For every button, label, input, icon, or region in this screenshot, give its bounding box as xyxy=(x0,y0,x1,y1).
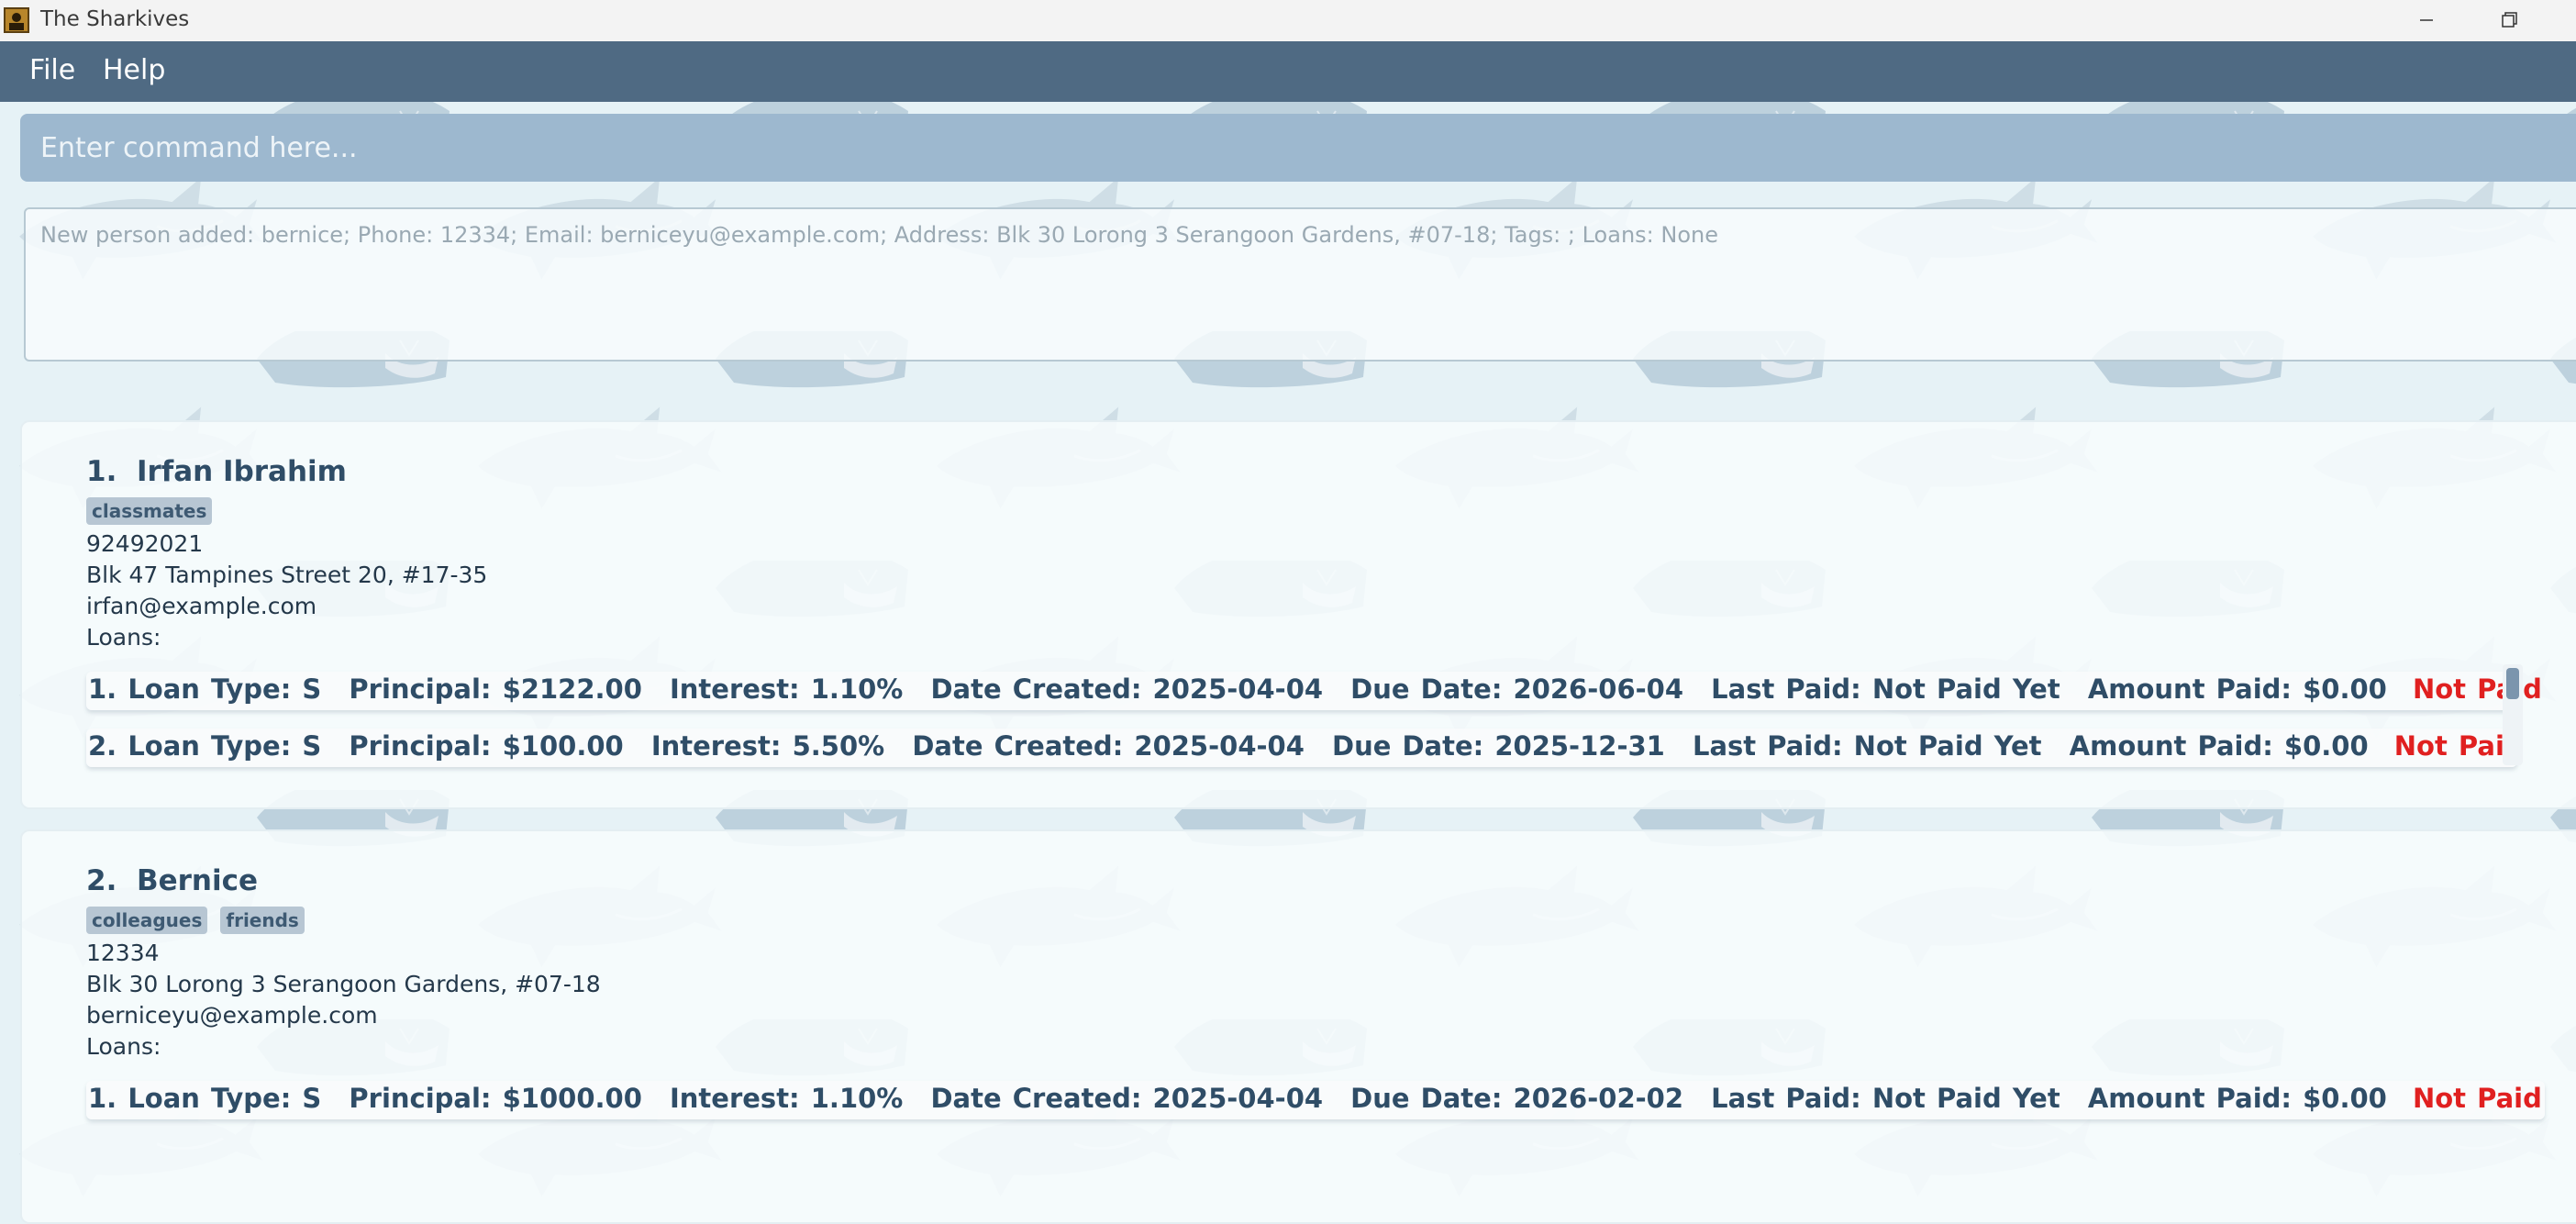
person-phone: 12334 xyxy=(86,940,160,966)
person-card[interactable]: 1. Irfan Ibrahim classmates 92492021 Blk… xyxy=(20,420,2576,809)
loan-type: Loan Type: S xyxy=(128,730,322,762)
loan-interest: Interest: 1.10% xyxy=(670,673,904,705)
person-name-line: 2. Bernice xyxy=(86,864,258,897)
loan-last-paid: Last Paid: Not Paid Yet xyxy=(1711,1083,2060,1114)
maximize-icon[interactable] xyxy=(2468,0,2550,41)
loan-interest: Interest: 1.10% xyxy=(670,1083,904,1114)
loan-number: 1. xyxy=(88,673,117,705)
loan-type: Loan Type: S xyxy=(128,1083,322,1114)
person-index: 1. xyxy=(86,455,117,488)
loan-due-date: Due Date: 2026-02-02 xyxy=(1350,1083,1684,1114)
menu-bar: File Help xyxy=(0,41,2576,102)
person-address: Blk 30 Lorong 3 Serangoon Gardens, #07-1… xyxy=(86,971,601,997)
loan-due-date: Due Date: 2026-06-04 xyxy=(1350,673,1684,705)
loan-text: 1. Loan Type: S Principal: $1000.00 Inte… xyxy=(88,1083,2542,1114)
menu-file[interactable]: File xyxy=(29,54,75,86)
loan-amount-paid: Amount Paid: $0.00 xyxy=(2069,730,2369,762)
loan-principal: Principal: $2122.00 xyxy=(349,673,642,705)
loans-label: Loans: xyxy=(86,624,161,651)
loan-row[interactable]: 1. Loan Type: S Principal: $2122.00 Inte… xyxy=(86,672,2542,710)
loan-last-paid: Last Paid: Not Paid Yet xyxy=(1711,673,2060,705)
person-email: irfan@example.com xyxy=(86,593,317,619)
loan-date-created: Date Created: 2025-04-04 xyxy=(930,1083,1324,1114)
loan-row[interactable]: 2. Loan Type: S Principal: $100.00 Inter… xyxy=(86,729,2524,767)
loan-text: 2. Loan Type: S Principal: $100.00 Inter… xyxy=(88,730,2524,762)
menu-help[interactable]: Help xyxy=(103,54,165,86)
loans-label: Loans: xyxy=(86,1033,161,1060)
loan-interest: Interest: 5.50% xyxy=(650,730,885,762)
person-phone: 92492021 xyxy=(86,530,204,557)
tag-list: colleagues friends xyxy=(86,907,305,934)
loan-amount-paid: Amount Paid: $0.00 xyxy=(2087,1083,2387,1114)
person-name: Bernice xyxy=(136,864,258,897)
person-address: Blk 47 Tampines Street 20, #17-35 xyxy=(86,562,488,588)
loan-type: Loan Type: S xyxy=(128,673,322,705)
tag: classmates xyxy=(86,497,213,525)
loan-number: 2. xyxy=(88,730,117,762)
person-name-line: 1. Irfan Ibrahim xyxy=(86,455,347,488)
title-bar: The Sharkives xyxy=(0,0,2576,42)
person-name: Irfan Ibrahim xyxy=(136,455,347,488)
loan-number: 1. xyxy=(88,1083,117,1114)
loan-status: Not Paid xyxy=(2412,1083,2542,1114)
loan-date-created: Date Created: 2025-04-04 xyxy=(930,673,1324,705)
tag: colleagues xyxy=(86,907,208,934)
loan-date-created: Date Created: 2025-04-04 xyxy=(912,730,1305,762)
person-email: berniceyu@example.com xyxy=(86,1002,378,1029)
loan-due-date: Due Date: 2025-12-31 xyxy=(1332,730,1665,762)
loan-last-paid: Last Paid: Not Paid Yet xyxy=(1692,730,2042,762)
command-input[interactable] xyxy=(20,114,2576,182)
loan-principal: Principal: $1000.00 xyxy=(349,1083,642,1114)
tag: friends xyxy=(220,907,305,934)
person-card[interactable]: 2. Bernice colleagues friends 12334 Blk … xyxy=(20,829,2576,1224)
loan-row[interactable]: 1. Loan Type: S Principal: $1000.00 Inte… xyxy=(86,1081,2545,1119)
loan-principal: Principal: $100.00 xyxy=(349,730,624,762)
loans-scrollbar[interactable] xyxy=(2503,664,2523,765)
app-icon xyxy=(4,7,29,33)
person-index: 2. xyxy=(86,864,117,897)
tag-list: classmates xyxy=(86,497,213,525)
window-title: The Sharkives xyxy=(40,7,190,31)
scrollbar-thumb[interactable] xyxy=(2506,668,2519,699)
result-display: New person added: bernice; Phone: 12334;… xyxy=(24,207,2576,362)
loan-text: 1. Loan Type: S Principal: $2122.00 Inte… xyxy=(88,673,2542,705)
loan-amount-paid: Amount Paid: $0.00 xyxy=(2087,673,2387,705)
minimize-icon[interactable] xyxy=(2385,0,2468,41)
